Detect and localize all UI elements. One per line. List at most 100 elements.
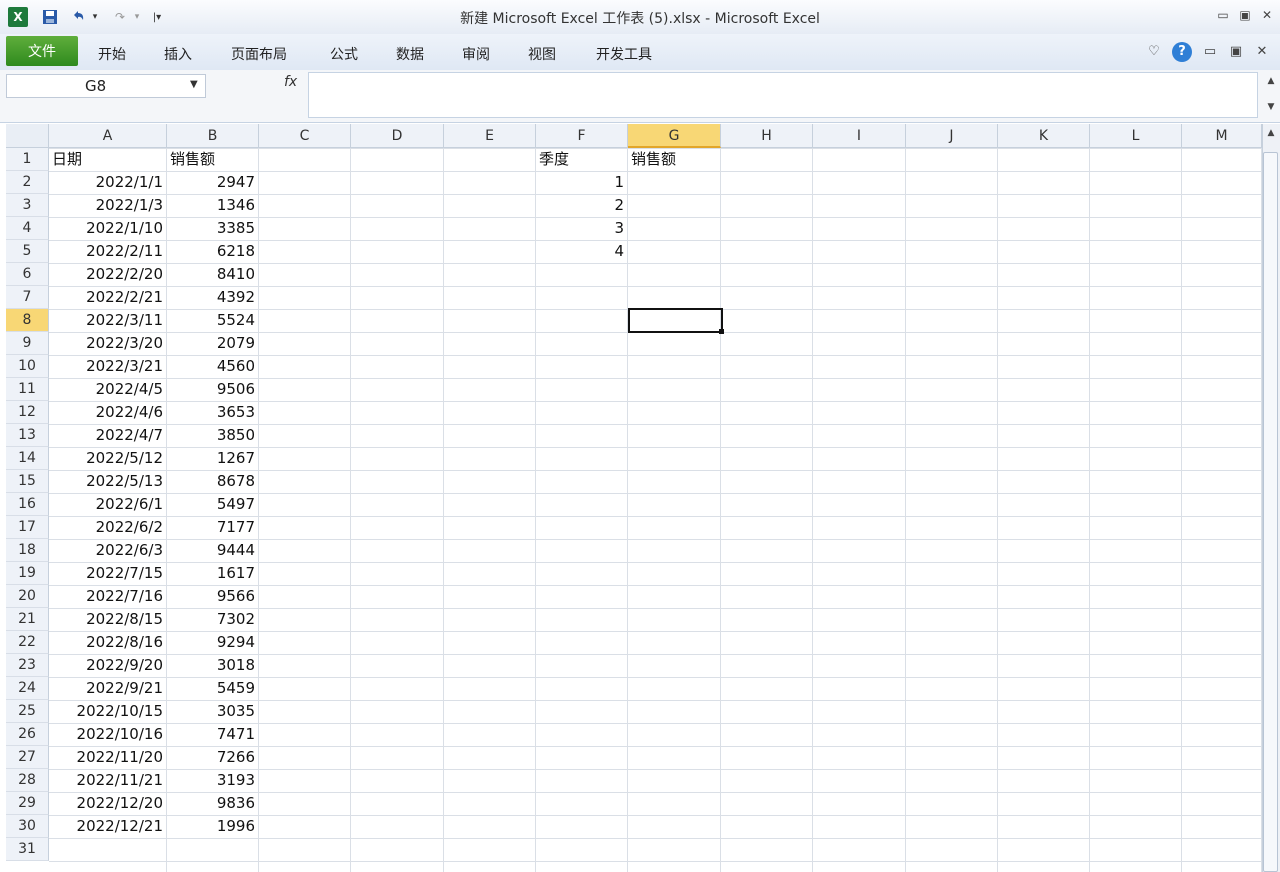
- cell-sales[interactable]: 8410: [167, 263, 259, 286]
- row-header-28[interactable]: 28: [6, 769, 49, 792]
- scroll-up-icon[interactable]: ▲: [1264, 126, 1278, 140]
- cell-sales[interactable]: 8678: [167, 470, 259, 493]
- cell-sales[interactable]: 1267: [167, 447, 259, 470]
- row-header-13[interactable]: 13: [6, 424, 49, 447]
- row-header-18[interactable]: 18: [6, 539, 49, 562]
- doc-close-icon[interactable]: ✕: [1252, 42, 1272, 62]
- file-tab[interactable]: 文件: [6, 36, 78, 66]
- cell-date[interactable]: 2022/2/20: [49, 263, 167, 286]
- cell-date[interactable]: 2022/12/21: [49, 815, 167, 838]
- formula-expand-down-icon[interactable]: ▼: [1264, 100, 1278, 114]
- cell-sales[interactable]: 9506: [167, 378, 259, 401]
- cell-sales[interactable]: 1617: [167, 562, 259, 585]
- row-header-27[interactable]: 27: [6, 746, 49, 769]
- cell-date[interactable]: 2022/9/21: [49, 677, 167, 700]
- doc-minimize-icon[interactable]: ▭: [1200, 42, 1220, 62]
- tab-data[interactable]: 数据: [396, 44, 424, 64]
- row-header-21[interactable]: 21: [6, 608, 49, 631]
- row-header-31[interactable]: 31: [6, 838, 49, 861]
- formula-input[interactable]: [308, 72, 1258, 118]
- cell-date[interactable]: 2022/9/20: [49, 654, 167, 677]
- active-cell-g8[interactable]: [628, 308, 723, 333]
- cell-date[interactable]: 2022/6/2: [49, 516, 167, 539]
- cell-quarter[interactable]: 1: [536, 171, 628, 194]
- cell-date[interactable]: 2022/8/16: [49, 631, 167, 654]
- tab-insert[interactable]: 插入: [164, 44, 192, 64]
- column-header-m[interactable]: M: [1182, 124, 1262, 148]
- cell-date[interactable]: 2022/5/13: [49, 470, 167, 493]
- row-header-1[interactable]: 1: [6, 148, 49, 171]
- row-header-24[interactable]: 24: [6, 677, 49, 700]
- cell-sales[interactable]: 7302: [167, 608, 259, 631]
- row-header-3[interactable]: 3: [6, 194, 49, 217]
- row-header-16[interactable]: 16: [6, 493, 49, 516]
- row-header-8[interactable]: 8: [6, 309, 49, 332]
- row-header-26[interactable]: 26: [6, 723, 49, 746]
- cell-date[interactable]: 2022/8/15: [49, 608, 167, 631]
- row-header-4[interactable]: 4: [6, 217, 49, 240]
- row-header-10[interactable]: 10: [6, 355, 49, 378]
- cell-sales[interactable]: 7177: [167, 516, 259, 539]
- column-header-b[interactable]: B: [167, 124, 259, 148]
- cell-sales[interactable]: 7266: [167, 746, 259, 769]
- row-header-14[interactable]: 14: [6, 447, 49, 470]
- cell-sales[interactable]: 3653: [167, 401, 259, 424]
- cell-date[interactable]: 2022/7/16: [49, 585, 167, 608]
- tab-view[interactable]: 视图: [528, 44, 556, 64]
- tab-page-layout[interactable]: 页面布局: [231, 44, 287, 64]
- cell-sales[interactable]: 2947: [167, 171, 259, 194]
- row-header-11[interactable]: 11: [6, 378, 49, 401]
- cell-date[interactable]: 2022/2/11: [49, 240, 167, 263]
- row-header-29[interactable]: 29: [6, 792, 49, 815]
- cell-sales[interactable]: 2079: [167, 332, 259, 355]
- cell-date[interactable]: 2022/3/11: [49, 309, 167, 332]
- cell-sales[interactable]: 5459: [167, 677, 259, 700]
- cell-sales[interactable]: 6218: [167, 240, 259, 263]
- cell-date[interactable]: 2022/10/15: [49, 700, 167, 723]
- cell-a1-date-header[interactable]: 日期: [49, 148, 167, 171]
- cell-g1-sales-header[interactable]: 销售额: [628, 148, 721, 171]
- doc-restore-icon[interactable]: ▣: [1226, 42, 1246, 62]
- cell-b1-sales-header[interactable]: 销售额: [167, 148, 259, 171]
- column-header-l[interactable]: L: [1090, 124, 1182, 148]
- cell-sales[interactable]: 3018: [167, 654, 259, 677]
- cell-f1-quarter-header[interactable]: 季度: [536, 148, 628, 171]
- column-header-g[interactable]: G: [628, 124, 721, 148]
- cell-sales[interactable]: 4560: [167, 355, 259, 378]
- cell-sales[interactable]: 4392: [167, 286, 259, 309]
- cell-sales[interactable]: 9294: [167, 631, 259, 654]
- cell-sales[interactable]: 9444: [167, 539, 259, 562]
- cell-date[interactable]: 2022/11/20: [49, 746, 167, 769]
- cell-date[interactable]: 2022/4/7: [49, 424, 167, 447]
- column-header-f[interactable]: F: [536, 124, 628, 148]
- cell-date[interactable]: 2022/11/21: [49, 769, 167, 792]
- name-box[interactable]: G8: [6, 74, 206, 98]
- column-header-a[interactable]: A: [49, 124, 167, 148]
- cell-quarter[interactable]: 4: [536, 240, 628, 263]
- column-header-e[interactable]: E: [444, 124, 536, 148]
- cell-sales[interactable]: 3850: [167, 424, 259, 447]
- cell-quarter[interactable]: 2: [536, 194, 628, 217]
- column-header-c[interactable]: C: [259, 124, 351, 148]
- row-header-25[interactable]: 25: [6, 700, 49, 723]
- row-header-2[interactable]: 2: [6, 171, 49, 194]
- row-header-17[interactable]: 17: [6, 516, 49, 539]
- cell-date[interactable]: 2022/12/20: [49, 792, 167, 815]
- column-header-k[interactable]: K: [998, 124, 1090, 148]
- help-icon[interactable]: ?: [1172, 42, 1192, 62]
- fx-icon[interactable]: fx: [284, 74, 297, 90]
- row-header-7[interactable]: 7: [6, 286, 49, 309]
- row-header-9[interactable]: 9: [6, 332, 49, 355]
- row-header-19[interactable]: 19: [6, 562, 49, 585]
- cell-date[interactable]: 2022/1/3: [49, 194, 167, 217]
- row-header-30[interactable]: 30: [6, 815, 49, 838]
- ribbon-minimize-icon[interactable]: ♡: [1144, 42, 1164, 62]
- row-header-12[interactable]: 12: [6, 401, 49, 424]
- name-box-dropdown-icon[interactable]: ▼: [190, 79, 198, 90]
- select-all-corner[interactable]: [6, 124, 49, 148]
- restore-icon[interactable]: ▣: [1236, 7, 1254, 23]
- cell-date[interactable]: 2022/3/20: [49, 332, 167, 355]
- cell-date[interactable]: 2022/10/16: [49, 723, 167, 746]
- cell-sales[interactable]: 3193: [167, 769, 259, 792]
- minimize-icon[interactable]: ▭: [1214, 7, 1232, 23]
